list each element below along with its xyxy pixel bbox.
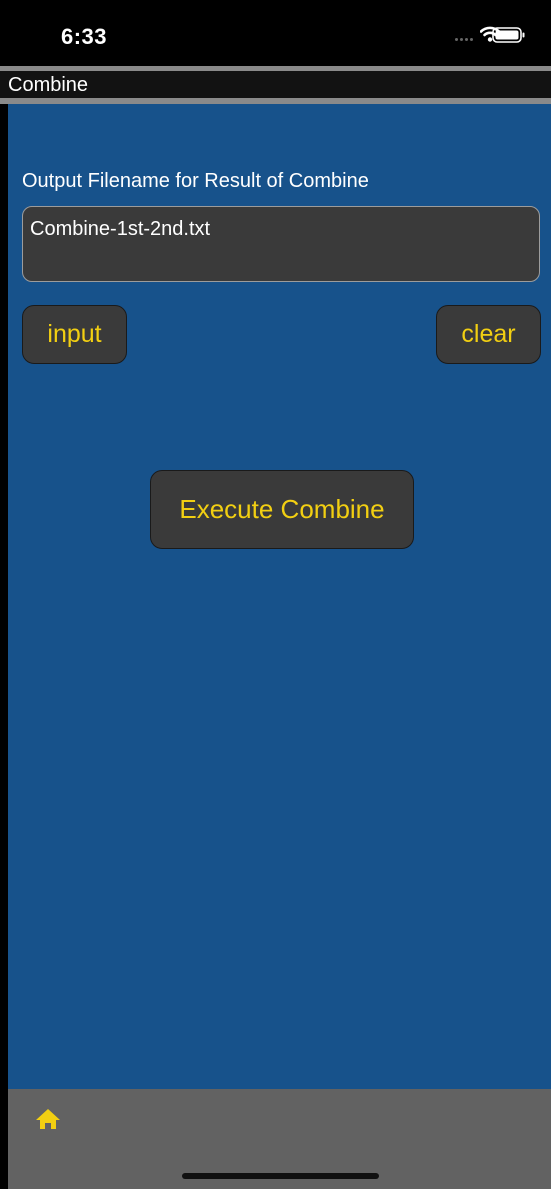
app-screen: 6:33 Combine Output Filename for Result … [0, 0, 551, 1189]
tab-bar [8, 1089, 551, 1189]
title-bar: Combine [0, 71, 551, 98]
output-filename-label: Output Filename for Result of Combine [22, 170, 369, 192]
clear-button[interactable]: clear [436, 305, 541, 364]
home-indicator[interactable] [182, 1173, 379, 1179]
battery-icon [492, 27, 525, 43]
execute-combine-button[interactable]: Execute Combine [150, 470, 414, 549]
output-filename-field[interactable]: Combine-1st-2nd.txt [22, 206, 540, 282]
page-title: Combine [8, 74, 89, 96]
home-icon[interactable] [35, 1108, 61, 1130]
status-time: 6:33 [61, 24, 108, 49]
input-button[interactable]: input [22, 305, 127, 364]
main-content: Output Filename for Result of Combine Co… [8, 104, 551, 1089]
status-bar: 6:33 [0, 0, 551, 66]
cellular-signal-icon [455, 38, 473, 41]
